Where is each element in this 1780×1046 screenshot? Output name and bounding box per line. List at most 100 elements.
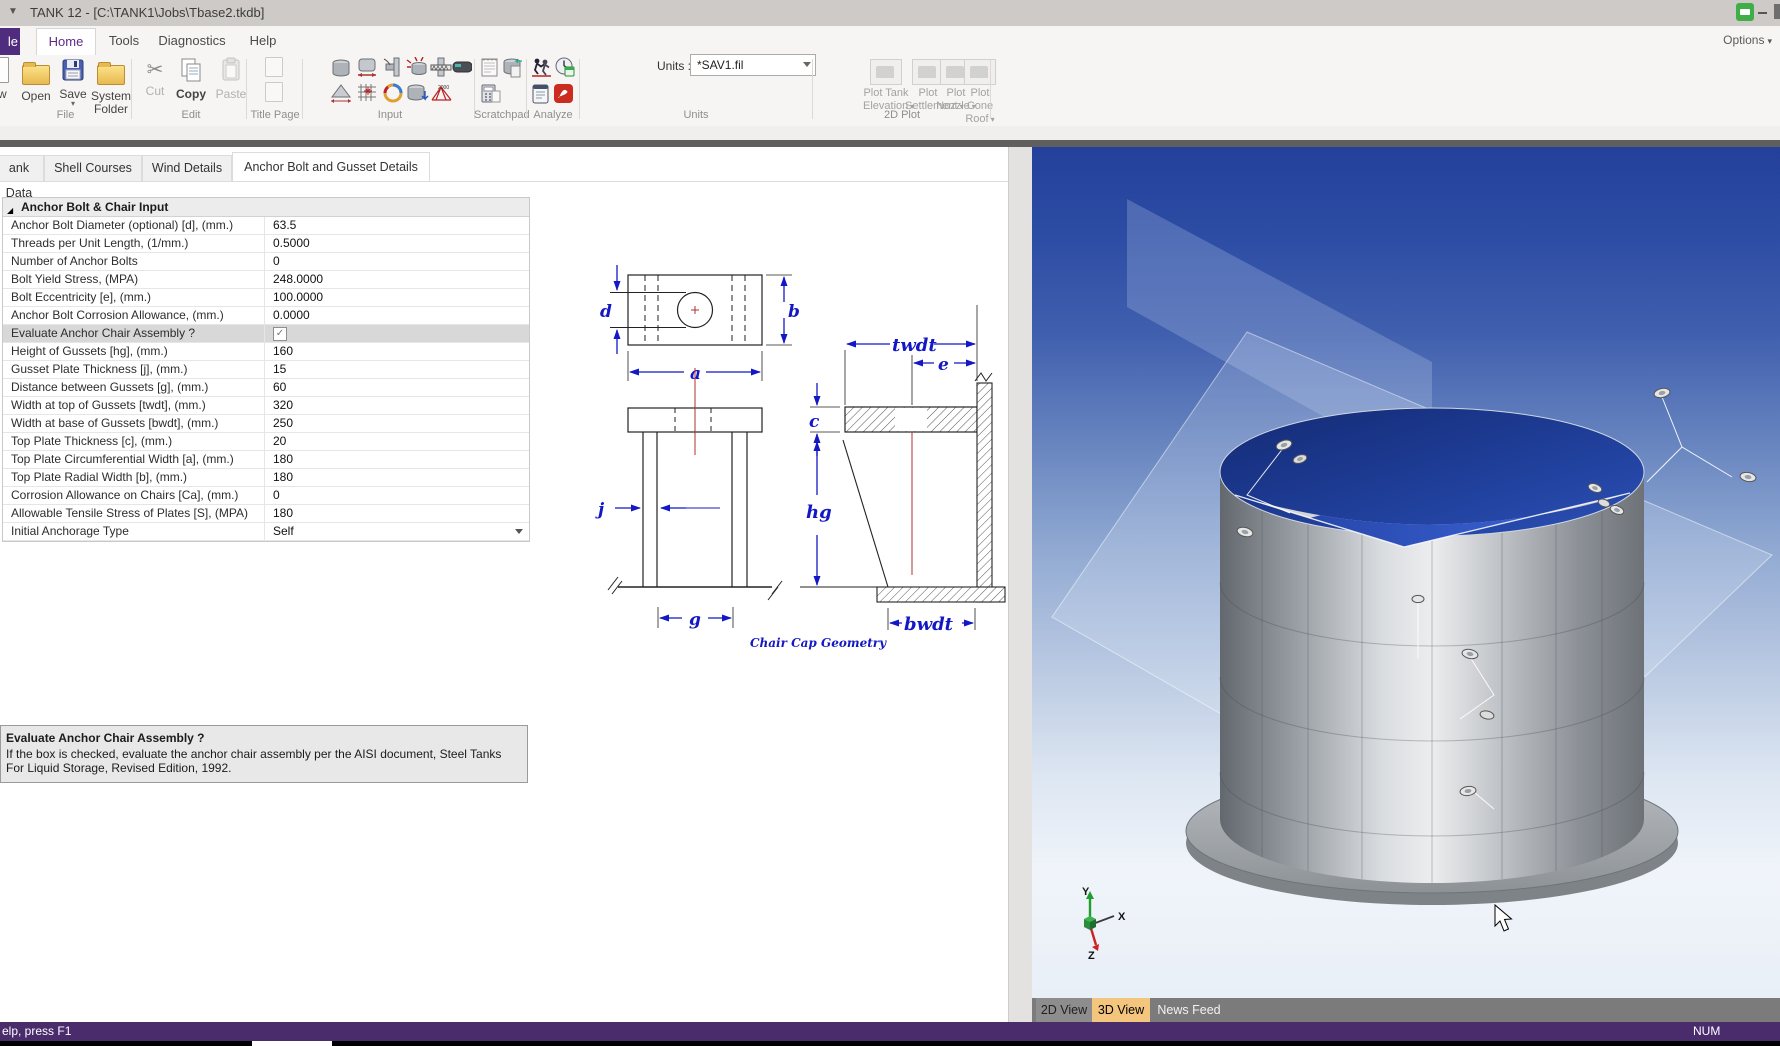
clock-report-icon[interactable] <box>555 57 575 77</box>
ribbon-tab-row: le Home Tools Diagnostics Help Options <box>0 26 1780 56</box>
tab-diagnostics[interactable]: Diagnostics <box>152 28 232 54</box>
grid-row: Anchor Bolt Corrosion Allowance, (mm.) 0.… <box>3 307 529 325</box>
clipboard-icon <box>222 57 240 81</box>
group-label-input: Input <box>377 109 403 121</box>
grid-section-header[interactable]: ◢ Anchor Bolt & Chair Input <box>3 198 529 217</box>
doc-tab-shell-courses[interactable]: Shell Courses <box>44 155 142 182</box>
liquid-top-surface <box>1219 407 1645 537</box>
group-label-file: File <box>56 109 75 121</box>
tank-icon[interactable] <box>332 59 350 77</box>
units-combobox[interactable]: *SAV1.fil <box>690 54 816 76</box>
axis-triad: Y X Z <box>1082 886 1126 962</box>
input-document-area: ank Data Shell Courses Wind Details Anch… <box>0 147 1008 1022</box>
svg-text:c: c <box>809 412 820 432</box>
system-folder-icon <box>97 62 125 85</box>
tab-help[interactable]: Help <box>240 28 286 54</box>
help-body: If the box is checked, evaluate the anch… <box>6 747 502 775</box>
side-view <box>800 355 1006 603</box>
taskbar-notch <box>252 1041 332 1046</box>
svg-text:2000: 2000 <box>438 85 449 91</box>
copy-icon <box>181 58 201 82</box>
grid-row-initial-anchorage: Initial Anchorage Type Self <box>3 523 529 541</box>
svg-text:d: d <box>600 302 612 322</box>
group-label-edit: Edit <box>181 109 201 121</box>
plot-cone-roof-icon <box>964 59 996 85</box>
svg-text:hg: hg <box>806 502 832 523</box>
ribbon: ew Open Save System Folder File ✂ Cut <box>0 54 1780 127</box>
scissors-icon: ✂ <box>146 59 164 81</box>
grid-row: Height of Gussets [hg], (mm.) 160 <box>3 343 529 361</box>
pdf-icon[interactable] <box>554 84 573 103</box>
save-button[interactable]: Save <box>56 57 90 107</box>
3d-viewport[interactable]: Y X Z <box>1032 147 1780 998</box>
grid-row: Bolt Eccentricity [e], (mm.) 100.0000 <box>3 289 529 307</box>
truss-2000-icon[interactable]: 2000 <box>431 85 452 101</box>
grid-row: Top Plate Radial Width [b], (mm.) 180 <box>3 469 529 487</box>
frame-divider <box>0 140 1780 147</box>
system-folder-button[interactable]: System Folder <box>90 57 132 116</box>
panel-splitter[interactable] <box>1008 147 1034 1022</box>
tank-import-icon[interactable] <box>503 58 522 78</box>
minimize-button[interactable] <box>1758 12 1767 14</box>
window-control-partial-icon[interactable] <box>1774 4 1780 19</box>
svg-text:bwdt: bwdt <box>904 614 954 635</box>
plot-tank-elevation-button: Plot Tank Elevation <box>863 57 909 113</box>
svg-text:g: g <box>689 610 701 630</box>
grid-row: Gusset Plate Thickness [j], (mm.) 15 <box>3 361 529 379</box>
shell-width-icon[interactable] <box>358 58 376 77</box>
initial-anchorage-dropdown[interactable]: Self <box>266 523 529 540</box>
title-page-button <box>256 55 292 105</box>
new-button[interactable]: ew <box>0 57 12 101</box>
copy-button[interactable]: Copy <box>172 57 210 101</box>
tab-tools[interactable]: Tools <box>100 28 148 54</box>
group-label-analyze: Analyze <box>533 109 573 121</box>
tab-2d-view[interactable]: 2D View <box>1036 998 1092 1022</box>
doc-tab-tank-data[interactable]: ank Data <box>0 155 44 200</box>
grid-mesh-icon[interactable] <box>358 84 376 101</box>
axis-label-y: Y <box>1082 886 1090 898</box>
axis-label-x: X <box>1118 911 1126 923</box>
tab-strip-line <box>0 181 1008 182</box>
ribbon-gap <box>0 126 1780 140</box>
evaluate-anchor-chair-checkbox[interactable]: ✓ <box>273 327 287 341</box>
roof-fitting-icon[interactable] <box>452 61 472 73</box>
svg-text:j: j <box>595 500 605 520</box>
title-page-icon <box>265 57 283 77</box>
new-file-icon <box>0 57 9 83</box>
tab-file[interactable]: le <box>0 28 20 55</box>
calculator-icon[interactable] <box>481 84 501 103</box>
app-icon: ▼ <box>8 6 18 17</box>
nozzle-icon[interactable] <box>383 57 400 77</box>
open-button[interactable]: Open <box>17 57 55 103</box>
grid-row: Corrosion Allowance on Chairs [Ca], (mm.… <box>3 487 529 505</box>
chevron-down-icon[interactable] <box>515 529 523 534</box>
notes-icon[interactable] <box>481 58 498 77</box>
dimension-ruler-icon[interactable] <box>430 57 452 77</box>
chevron-down-icon <box>803 62 811 67</box>
run-analysis-icon[interactable] <box>532 58 551 77</box>
title-bar: ▼ TANK 12 - [C:\TANK1\Jobs\Tbase2.tkdb] <box>0 0 1780 26</box>
tab-home[interactable]: Home <box>36 28 96 55</box>
tab-3d-view[interactable]: 3D View <box>1092 998 1150 1022</box>
window-title: TANK 12 - [C:\TANK1\Jobs\Tbase2.tkdb] <box>30 5 265 20</box>
notification-icon[interactable] <box>1736 3 1754 21</box>
axis-label-z: Z <box>1088 950 1095 962</box>
num-lock-indicator: NUM <box>1693 1024 1721 1038</box>
field-help-box: Evaluate Anchor Chair Assembly ? If the … <box>0 725 528 783</box>
svg-text:e: e <box>938 355 949 375</box>
cone-dimension-icon[interactable] <box>331 84 351 103</box>
tab-news-feed[interactable]: News Feed <box>1152 998 1226 1022</box>
diagram-caption: Chair Cap Geometry <box>750 636 887 650</box>
doc-tab-wind-details[interactable]: Wind Details <box>142 155 232 182</box>
options-menu[interactable]: Options <box>1723 33 1772 47</box>
svg-text:twdt: twdt <box>892 335 937 356</box>
doc-tab-anchor-bolt[interactable]: Anchor Bolt and Gusset Details <box>232 152 430 182</box>
tank-down-icon[interactable] <box>407 84 429 101</box>
wind-load-icon[interactable] <box>406 57 427 75</box>
title-page-alt-icon <box>265 82 283 102</box>
report-doc-icon[interactable] <box>532 84 549 104</box>
refresh-ring-icon[interactable] <box>383 83 403 103</box>
grid-row: Threads per Unit Length, (1/mm.) 0.5000 <box>3 235 529 253</box>
paste-button: Paste <box>212 57 250 101</box>
grid-row: Anchor Bolt Diameter (optional) [d], (mm… <box>3 217 529 235</box>
